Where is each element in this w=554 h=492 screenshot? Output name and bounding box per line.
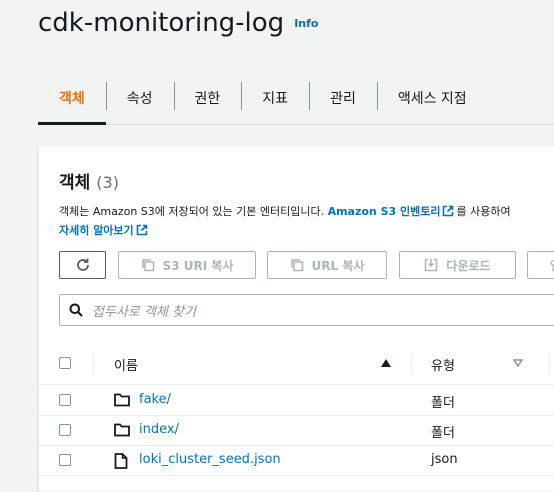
refresh-icon — [76, 258, 89, 271]
object-name-link[interactable]: index/ — [139, 422, 179, 437]
table-row[interactable]: index/ 폴더 — [39, 415, 554, 446]
info-link[interactable]: Info — [294, 17, 318, 30]
object-type: 폴더 — [431, 426, 455, 441]
learn-more-link[interactable]: 자세히 알아보기 — [59, 224, 134, 237]
tab-permissions[interactable]: 권한 — [173, 72, 242, 124]
download-icon — [425, 258, 438, 272]
description-suffix: 를 사용하여 — [456, 205, 511, 218]
inventory-link[interactable]: Amazon S3 인벤토리 — [328, 205, 441, 218]
object-name-link[interactable]: fake/ — [139, 392, 171, 407]
row-checkbox[interactable] — [59, 424, 71, 436]
copy-url-button[interactable]: URL 복사 — [267, 251, 387, 279]
folder-icon — [114, 393, 130, 407]
tab-management[interactable]: 관리 — [309, 72, 377, 124]
copy-icon — [290, 259, 303, 272]
external-link-icon — [136, 224, 147, 236]
object-type: json — [431, 452, 458, 467]
objects-panel: 객체 (3) 객체는 Amazon S3에 저장되어 있는 기본 엔터티입니다.… — [38, 145, 554, 492]
tab-objects[interactable]: 객체 — [38, 72, 106, 125]
download-button[interactable]: 다운로드 — [399, 251, 516, 279]
table-row[interactable]: fake/ 폴더 — [39, 385, 554, 416]
search-box[interactable]: 접두사로 객체 찾기 — [59, 294, 554, 326]
panel-header: 객체 (3) — [59, 168, 119, 193]
copy-s3-uri-label: S3 URI 복사 — [162, 258, 234, 273]
download-label: 다운로드 — [446, 258, 491, 273]
page-title: cdk-monitoring-log — [38, 8, 285, 38]
column-header-name[interactable]: 이름 — [114, 355, 138, 374]
refresh-button[interactable] — [59, 251, 106, 279]
copy-url-label: URL 복사 — [311, 258, 365, 273]
table-header: 이름 유형 — [39, 344, 554, 385]
sort-descending-icon[interactable] — [513, 359, 523, 367]
page-header: cdk-monitoring-log Info — [38, 8, 318, 48]
panel-description: 객체는 Amazon S3에 저장되어 있는 기본 엔터티입니다. Amazon… — [59, 202, 554, 240]
column-header-type[interactable]: 유형 — [431, 355, 455, 374]
column-divider — [549, 354, 550, 374]
table-row[interactable]: loki_cluster_seed.json json — [39, 445, 554, 476]
column-divider — [411, 354, 412, 374]
select-all-checkbox[interactable] — [59, 357, 71, 369]
search-icon — [69, 303, 83, 317]
tab-properties[interactable]: 속성 — [105, 72, 174, 124]
sort-ascending-icon[interactable] — [381, 359, 391, 367]
folder-icon — [114, 423, 130, 437]
object-type: 폴더 — [431, 396, 455, 411]
tab-bar: 객체 속성 권한 지표 관리 액세스 지점 — [38, 72, 554, 125]
open-button[interactable]: 열 — [527, 251, 554, 279]
copy-icon — [141, 259, 154, 272]
external-link-icon — [443, 205, 454, 217]
object-count: (3) — [96, 173, 119, 192]
copy-s3-uri-button[interactable]: S3 URI 복사 — [118, 251, 256, 279]
file-icon — [114, 453, 128, 469]
tab-access-points[interactable]: 액세스 지점 — [376, 72, 488, 124]
search-input[interactable]: 접두사로 객체 찾기 — [92, 301, 196, 320]
panel-title: 객체 — [59, 173, 91, 193]
open-label: 열 — [550, 257, 554, 274]
column-divider — [93, 354, 94, 374]
tab-metrics[interactable]: 지표 — [241, 72, 309, 124]
row-checkbox[interactable] — [59, 454, 71, 466]
row-checkbox[interactable] — [59, 394, 71, 406]
object-name-link[interactable]: loki_cluster_seed.json — [139, 452, 281, 467]
description-text: 객체는 Amazon S3에 저장되어 있는 기본 엔터티입니다. — [59, 205, 328, 218]
